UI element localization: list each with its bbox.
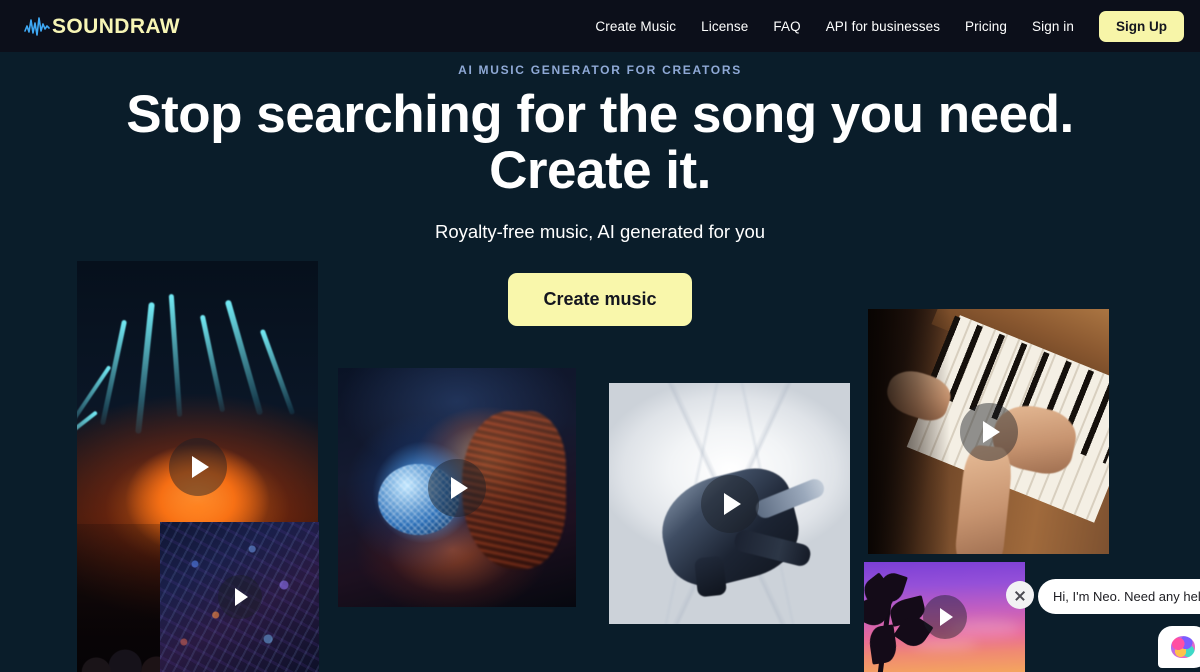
create-music-button[interactable]: Create music — [508, 273, 692, 327]
page-root: SOUNDRAW Create Music License FAQ API fo… — [0, 0, 1200, 672]
nav-links-group: Create Music License FAQ API for busines… — [595, 10, 1184, 42]
gallery-card-palm-sunset[interactable] — [864, 562, 1025, 672]
hero-cta-wrapper: Create music — [0, 273, 1200, 327]
nav-link-create-music[interactable]: Create Music — [595, 19, 676, 34]
top-navigation-bar: SOUNDRAW Create Music License FAQ API fo… — [0, 0, 1200, 52]
gallery-card-disco-ball[interactable] — [338, 368, 576, 607]
headline-line-1: Stop searching for the song you need. — [126, 85, 1074, 144]
page-title: Stop searching for the song you need. Cr… — [0, 85, 1200, 201]
gallery-card-piano-hands[interactable] — [868, 309, 1109, 554]
chat-launcher-button[interactable] — [1158, 626, 1200, 668]
play-icon[interactable] — [217, 575, 262, 619]
play-icon[interactable] — [700, 474, 759, 533]
nav-link-sign-in[interactable]: Sign in — [1032, 19, 1074, 34]
play-icon[interactable] — [428, 458, 486, 517]
chat-close-button[interactable] — [1006, 581, 1034, 609]
brand-name: SOUNDRAW — [52, 14, 181, 38]
gallery-card-city-night[interactable] — [160, 522, 319, 672]
ai-brain-icon — [1171, 636, 1195, 658]
sign-up-button[interactable]: Sign Up — [1099, 10, 1184, 42]
hero-subtitle: Royalty-free music, AI generated for you — [434, 221, 766, 243]
nav-link-faq[interactable]: FAQ — [773, 19, 800, 34]
hero-eyebrow: AI MUSIC GENERATOR FOR CREATORS — [458, 63, 742, 77]
nav-link-pricing[interactable]: Pricing — [965, 19, 1007, 34]
play-icon[interactable] — [922, 595, 967, 639]
chat-greeting-bubble[interactable]: Hi, I'm Neo. Need any help? — [1038, 579, 1200, 614]
hero-section: AI MUSIC GENERATOR FOR CREATORS Stop sea… — [0, 52, 1200, 327]
nav-link-api-for-businesses[interactable]: API for businesses — [826, 19, 940, 34]
soundwave-icon — [24, 17, 50, 36]
brand-logo[interactable]: SOUNDRAW — [24, 13, 180, 39]
play-icon[interactable] — [959, 402, 1018, 461]
play-icon[interactable] — [168, 437, 227, 496]
headline-line-2: Create it. — [489, 141, 711, 201]
nav-link-license[interactable]: License — [701, 19, 748, 34]
gallery-card-breakdancer[interactable] — [609, 383, 850, 624]
